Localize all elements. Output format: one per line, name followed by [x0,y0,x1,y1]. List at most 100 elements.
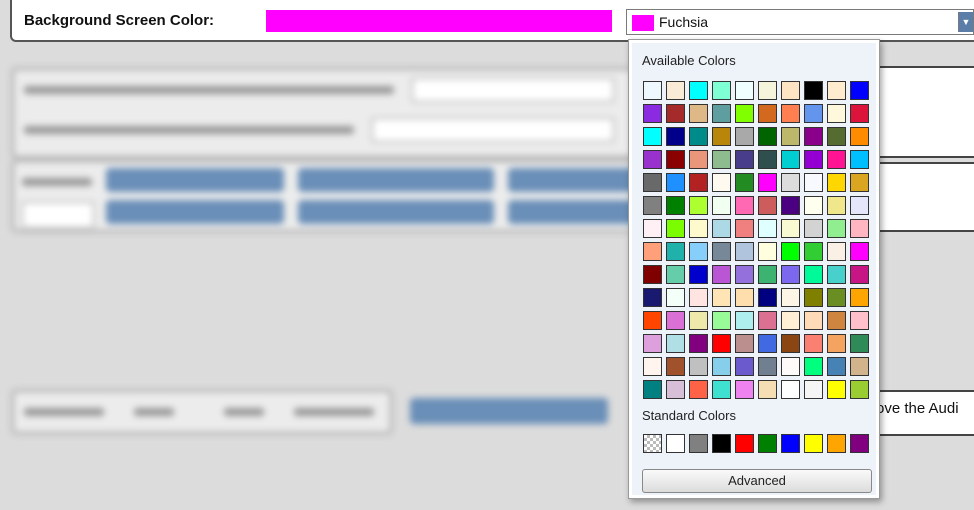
color-swatch[interactable] [643,265,662,284]
color-swatch[interactable] [781,150,800,169]
color-swatch[interactable] [804,219,823,238]
color-swatch[interactable] [712,334,731,353]
color-swatch[interactable] [850,150,869,169]
color-swatch[interactable] [666,104,685,123]
color-swatch[interactable] [781,196,800,215]
color-swatch[interactable] [643,288,662,307]
color-swatch[interactable] [666,81,685,100]
color-swatch[interactable] [804,242,823,261]
color-swatch[interactable] [689,150,708,169]
color-swatch[interactable] [689,265,708,284]
standard-color-swatch[interactable] [666,434,685,453]
color-swatch[interactable] [781,357,800,376]
standard-color-swatch[interactable] [804,434,823,453]
color-swatch[interactable] [735,380,754,399]
color-swatch[interactable] [827,81,846,100]
color-swatch[interactable] [689,104,708,123]
color-swatch[interactable] [827,242,846,261]
color-swatch[interactable] [804,288,823,307]
color-swatch[interactable] [666,334,685,353]
color-swatch[interactable] [735,242,754,261]
color-swatch[interactable] [850,288,869,307]
color-swatch[interactable] [712,265,731,284]
color-swatch[interactable] [735,357,754,376]
standard-color-swatch[interactable] [758,434,777,453]
color-swatch[interactable] [827,288,846,307]
color-swatch[interactable] [804,173,823,192]
color-swatch[interactable] [804,150,823,169]
color-swatch[interactable] [758,357,777,376]
color-swatch[interactable] [735,81,754,100]
color-swatch[interactable] [827,334,846,353]
color-swatch[interactable] [781,173,800,192]
color-swatch[interactable] [781,265,800,284]
color-swatch[interactable] [689,380,708,399]
color-swatch[interactable] [643,242,662,261]
color-swatch[interactable] [666,265,685,284]
color-swatch[interactable] [689,334,708,353]
color-swatch[interactable] [758,196,777,215]
color-swatch[interactable] [689,127,708,146]
standard-color-swatch[interactable] [689,434,708,453]
color-swatch[interactable] [643,357,662,376]
color-swatch[interactable] [758,104,777,123]
color-swatch[interactable] [666,357,685,376]
standard-color-swatch[interactable] [827,434,846,453]
color-swatch[interactable] [643,196,662,215]
standard-color-swatch[interactable] [735,434,754,453]
color-swatch[interactable] [804,380,823,399]
color-swatch[interactable] [735,288,754,307]
color-swatch[interactable] [666,242,685,261]
color-swatch[interactable] [712,127,731,146]
color-swatch[interactable] [666,311,685,330]
color-swatch[interactable] [781,380,800,399]
color-swatch[interactable] [735,311,754,330]
color-swatch[interactable] [666,380,685,399]
color-swatch[interactable] [850,196,869,215]
color-swatch[interactable] [827,357,846,376]
color-swatch[interactable] [781,288,800,307]
color-swatch[interactable] [712,357,731,376]
color-swatch[interactable] [758,311,777,330]
color-swatch[interactable] [735,104,754,123]
color-swatch[interactable] [804,81,823,100]
color-swatch[interactable] [758,150,777,169]
color-swatch[interactable] [804,334,823,353]
standard-color-swatch[interactable] [850,434,869,453]
color-swatch[interactable] [712,219,731,238]
color-swatch[interactable] [666,127,685,146]
color-swatch[interactable] [827,173,846,192]
color-swatch[interactable] [850,357,869,376]
color-swatch[interactable] [689,219,708,238]
color-swatch[interactable] [781,242,800,261]
standard-color-swatch[interactable] [781,434,800,453]
color-swatch[interactable] [850,104,869,123]
color-swatch[interactable] [804,196,823,215]
color-swatch[interactable] [712,150,731,169]
color-swatch[interactable] [781,127,800,146]
color-swatch[interactable] [689,357,708,376]
color-swatch[interactable] [712,311,731,330]
color-swatch[interactable] [804,104,823,123]
color-swatch[interactable] [735,334,754,353]
color-swatch[interactable] [666,196,685,215]
color-swatch[interactable] [735,150,754,169]
color-swatch[interactable] [850,311,869,330]
color-swatch[interactable] [781,104,800,123]
color-swatch[interactable] [827,265,846,284]
color-swatch[interactable] [712,81,731,100]
color-swatch[interactable] [689,288,708,307]
color-swatch[interactable] [850,219,869,238]
color-swatch[interactable] [827,196,846,215]
color-swatch[interactable] [666,150,685,169]
color-swatch[interactable] [712,380,731,399]
color-swatch[interactable] [735,219,754,238]
color-swatch[interactable] [850,81,869,100]
color-swatch[interactable] [643,219,662,238]
color-swatch[interactable] [758,288,777,307]
standard-color-swatch[interactable] [712,434,731,453]
color-swatch[interactable] [850,265,869,284]
color-swatch[interactable] [643,173,662,192]
color-swatch[interactable] [712,288,731,307]
color-swatch[interactable] [712,104,731,123]
